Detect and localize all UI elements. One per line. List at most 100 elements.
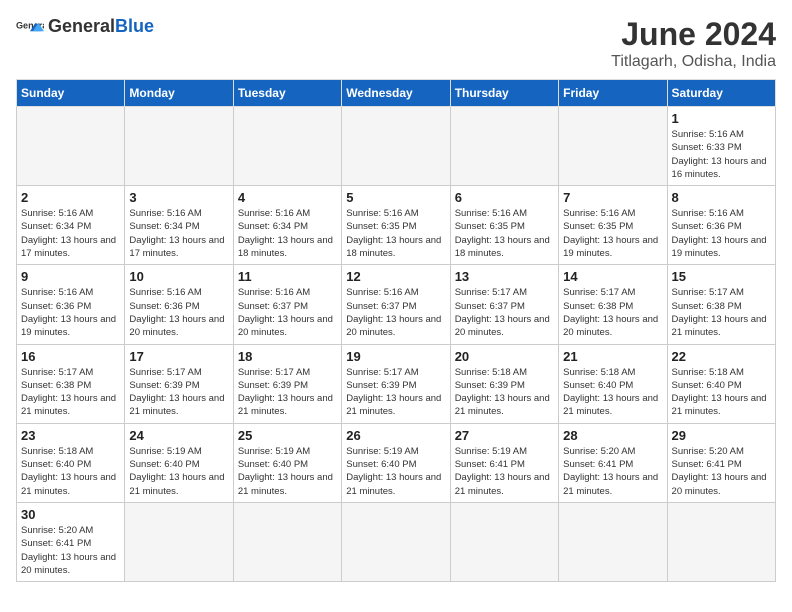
calendar-cell: 27 Sunrise: 5:19 AM Sunset: 6:41 PM Dayli… xyxy=(450,423,558,502)
day-number: 27 xyxy=(455,428,554,443)
day-number: 20 xyxy=(455,349,554,364)
calendar-cell: 24Sunrise: 5:19 AM Sunset: 6:40 PM Dayli… xyxy=(125,423,233,502)
cell-sun-info: Sunrise: 5:19 AM Sunset: 6:40 PM Dayligh… xyxy=(129,445,228,498)
cell-sun-info: Sunrise: 5:19 AM Sunset: 6:40 PM Dayligh… xyxy=(238,445,337,498)
col-header-saturday: Saturday xyxy=(667,80,775,107)
col-header-thursday: Thursday xyxy=(450,80,558,107)
logo-general-text: General xyxy=(48,16,115,36)
cell-sun-info: Sunrise: 5:16 AM Sunset: 6:36 PM Dayligh… xyxy=(21,286,120,339)
calendar-cell: 8 Sunrise: 5:16 AM Sunset: 6:36 PM Daylig… xyxy=(667,186,775,265)
calendar-cell: 18 Sunrise: 5:17 AM Sunset: 6:39 PM Dayli… xyxy=(233,344,341,423)
logo-blue-text: Blue xyxy=(115,16,154,36)
cell-sun-info: Sunrise: 5:18 AM Sunset: 6:40 PM Dayligh… xyxy=(672,366,771,419)
cell-sun-info: Sunrise: 5:18 AM Sunset: 6:40 PM Dayligh… xyxy=(21,445,120,498)
day-number: 16 xyxy=(21,349,120,364)
day-number: 9 xyxy=(21,269,120,284)
cell-sun-info: Sunrise: 5:19 AM Sunset: 6:40 PM Dayligh… xyxy=(346,445,445,498)
calendar-week-row: 30Sunrise: 5:20 AM Sunset: 6:41 PM Dayli… xyxy=(17,502,776,581)
day-number: 18 xyxy=(238,349,337,364)
day-number: 1 xyxy=(672,111,771,126)
calendar-cell xyxy=(450,502,558,581)
cell-sun-info: Sunrise: 5:16 AM Sunset: 6:35 PM Dayligh… xyxy=(563,207,662,260)
calendar-cell: 23 Sunrise: 5:18 AM Sunset: 6:40 PM Dayli… xyxy=(17,423,125,502)
page-header: General GeneralBlue June 2024 Titlagarh,… xyxy=(16,16,776,71)
cell-sun-info: Sunrise: 5:17 AM Sunset: 6:38 PM Dayligh… xyxy=(672,286,771,339)
cell-sun-info: Sunrise: 5:20 AM Sunset: 6:41 PM Dayligh… xyxy=(563,445,662,498)
calendar-cell xyxy=(342,502,450,581)
col-header-sunday: Sunday xyxy=(17,80,125,107)
cell-sun-info: Sunrise: 5:17 AM Sunset: 6:38 PM Dayligh… xyxy=(21,366,120,419)
cell-sun-info: Sunrise: 5:16 AM Sunset: 6:34 PM Dayligh… xyxy=(129,207,228,260)
day-number: 6 xyxy=(455,190,554,205)
calendar-cell: 21 Sunrise: 5:18 AM Sunset: 6:40 PM Dayli… xyxy=(559,344,667,423)
calendar-cell xyxy=(125,502,233,581)
day-number: 22 xyxy=(672,349,771,364)
calendar-cell xyxy=(233,107,341,186)
cell-sun-info: Sunrise: 5:17 AM Sunset: 6:38 PM Dayligh… xyxy=(563,286,662,339)
calendar-cell: 13 Sunrise: 5:17 AM Sunset: 6:37 PM Dayli… xyxy=(450,265,558,344)
day-number: 12 xyxy=(346,269,445,284)
day-number: 25 xyxy=(238,428,337,443)
calendar-cell: 5Sunrise: 5:16 AM Sunset: 6:35 PM Daylig… xyxy=(342,186,450,265)
calendar-cell: 28 Sunrise: 5:20 AM Sunset: 6:41 PM Dayli… xyxy=(559,423,667,502)
calendar-cell: 4Sunrise: 5:16 AM Sunset: 6:34 PM Daylig… xyxy=(233,186,341,265)
cell-sun-info: Sunrise: 5:16 AM Sunset: 6:34 PM Dayligh… xyxy=(238,207,337,260)
cell-sun-info: Sunrise: 5:20 AM Sunset: 6:41 PM Dayligh… xyxy=(672,445,771,498)
cell-sun-info: Sunrise: 5:16 AM Sunset: 6:36 PM Dayligh… xyxy=(129,286,228,339)
col-header-tuesday: Tuesday xyxy=(233,80,341,107)
calendar-cell xyxy=(342,107,450,186)
day-number: 23 xyxy=(21,428,120,443)
calendar-cell: 25 Sunrise: 5:19 AM Sunset: 6:40 PM Dayli… xyxy=(233,423,341,502)
day-number: 8 xyxy=(672,190,771,205)
day-number: 3 xyxy=(129,190,228,205)
cell-sun-info: Sunrise: 5:17 AM Sunset: 6:39 PM Dayligh… xyxy=(238,366,337,419)
day-number: 21 xyxy=(563,349,662,364)
calendar-week-row: 16 Sunrise: 5:17 AM Sunset: 6:38 PM Dayli… xyxy=(17,344,776,423)
calendar-cell: 22 Sunrise: 5:18 AM Sunset: 6:40 PM Dayli… xyxy=(667,344,775,423)
cell-sun-info: Sunrise: 5:17 AM Sunset: 6:37 PM Dayligh… xyxy=(455,286,554,339)
cell-sun-info: Sunrise: 5:16 AM Sunset: 6:37 PM Dayligh… xyxy=(346,286,445,339)
calendar-cell: 7Sunrise: 5:16 AM Sunset: 6:35 PM Daylig… xyxy=(559,186,667,265)
calendar-table: SundayMondayTuesdayWednesdayThursdayFrid… xyxy=(16,79,776,582)
calendar-cell: 26Sunrise: 5:19 AM Sunset: 6:40 PM Dayli… xyxy=(342,423,450,502)
calendar-week-row: 9 Sunrise: 5:16 AM Sunset: 6:36 PM Daylig… xyxy=(17,265,776,344)
calendar-week-row: 1 Sunrise: 5:16 AM Sunset: 6:33 PM Daylig… xyxy=(17,107,776,186)
cell-sun-info: Sunrise: 5:16 AM Sunset: 6:36 PM Dayligh… xyxy=(672,207,771,260)
cell-sun-info: Sunrise: 5:18 AM Sunset: 6:40 PM Dayligh… xyxy=(563,366,662,419)
cell-sun-info: Sunrise: 5:16 AM Sunset: 6:35 PM Dayligh… xyxy=(455,207,554,260)
logo: General GeneralBlue xyxy=(16,16,154,37)
day-number: 2 xyxy=(21,190,120,205)
calendar-cell: 3 Sunrise: 5:16 AM Sunset: 6:34 PM Daylig… xyxy=(125,186,233,265)
calendar-cell: 2Sunrise: 5:16 AM Sunset: 6:34 PM Daylig… xyxy=(17,186,125,265)
cell-sun-info: Sunrise: 5:20 AM Sunset: 6:41 PM Dayligh… xyxy=(21,524,120,577)
calendar-cell: 6 Sunrise: 5:16 AM Sunset: 6:35 PM Daylig… xyxy=(450,186,558,265)
calendar-cell xyxy=(233,502,341,581)
calendar-cell: 20Sunrise: 5:18 AM Sunset: 6:39 PM Dayli… xyxy=(450,344,558,423)
title-area: June 2024 Titlagarh, Odisha, India xyxy=(611,16,776,71)
calendar-cell: 30Sunrise: 5:20 AM Sunset: 6:41 PM Dayli… xyxy=(17,502,125,581)
col-header-wednesday: Wednesday xyxy=(342,80,450,107)
day-number: 28 xyxy=(563,428,662,443)
cell-sun-info: Sunrise: 5:17 AM Sunset: 6:39 PM Dayligh… xyxy=(129,366,228,419)
day-number: 10 xyxy=(129,269,228,284)
cell-sun-info: Sunrise: 5:19 AM Sunset: 6:41 PM Dayligh… xyxy=(455,445,554,498)
calendar-cell xyxy=(559,107,667,186)
day-number: 11 xyxy=(238,269,337,284)
calendar-cell: 19 Sunrise: 5:17 AM Sunset: 6:39 PM Dayli… xyxy=(342,344,450,423)
day-number: 29 xyxy=(672,428,771,443)
calendar-cell xyxy=(17,107,125,186)
day-number: 13 xyxy=(455,269,554,284)
day-number: 17 xyxy=(129,349,228,364)
day-number: 19 xyxy=(346,349,445,364)
cell-sun-info: Sunrise: 5:16 AM Sunset: 6:37 PM Dayligh… xyxy=(238,286,337,339)
cell-sun-info: Sunrise: 5:16 AM Sunset: 6:33 PM Dayligh… xyxy=(672,128,771,181)
calendar-cell: 14 Sunrise: 5:17 AM Sunset: 6:38 PM Dayli… xyxy=(559,265,667,344)
cell-sun-info: Sunrise: 5:17 AM Sunset: 6:39 PM Dayligh… xyxy=(346,366,445,419)
cell-sun-info: Sunrise: 5:16 AM Sunset: 6:35 PM Dayligh… xyxy=(346,207,445,260)
location-subtitle: Titlagarh, Odisha, India xyxy=(611,53,776,71)
day-number: 14 xyxy=(563,269,662,284)
calendar-cell: 11 Sunrise: 5:16 AM Sunset: 6:37 PM Dayli… xyxy=(233,265,341,344)
calendar-week-row: 23 Sunrise: 5:18 AM Sunset: 6:40 PM Dayli… xyxy=(17,423,776,502)
calendar-cell: 16 Sunrise: 5:17 AM Sunset: 6:38 PM Dayli… xyxy=(17,344,125,423)
day-number: 15 xyxy=(672,269,771,284)
